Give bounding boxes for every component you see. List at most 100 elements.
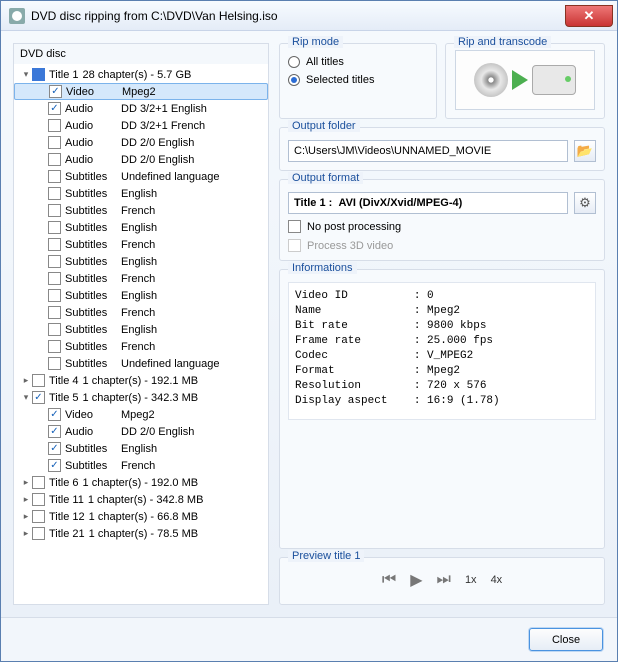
tree-checkbox[interactable] xyxy=(32,68,45,81)
tree-row[interactable]: ✓SubtitlesFrench xyxy=(14,457,268,474)
tree-twisty-icon[interactable]: ▾ xyxy=(20,392,32,403)
info-line: Frame rate : 25.000 fps xyxy=(295,334,589,349)
tree-row[interactable]: SubtitlesFrench xyxy=(14,338,268,355)
tree-label: Title 111 chapter(s) - 342.8 MB xyxy=(49,494,203,506)
next-frame-button[interactable]: ⏭ xyxy=(437,571,451,589)
tree-row[interactable]: SubtitlesFrench xyxy=(14,304,268,321)
info-title: Informations xyxy=(288,262,357,274)
tree-checkbox[interactable] xyxy=(32,374,45,387)
tree-checkbox[interactable] xyxy=(48,204,61,217)
tree-checkbox[interactable]: ✓ xyxy=(49,85,62,98)
info-line: Bit rate : 9800 kbps xyxy=(295,319,589,334)
tree-row[interactable]: ✓VideoMpeg2 xyxy=(14,83,268,100)
speed-1x-button[interactable]: 1x xyxy=(465,574,477,586)
play-button[interactable]: ▶ xyxy=(410,570,422,590)
ripmode-title: Rip mode xyxy=(288,36,343,48)
info-text: Video ID : 0Name : Mpeg2Bit rate : 9800 … xyxy=(288,282,596,420)
tree-twisty-icon[interactable]: ▸ xyxy=(20,511,32,522)
tree-row[interactable]: SubtitlesEnglish xyxy=(14,321,268,338)
tree-row[interactable]: ▸Title 121 chapter(s) - 66.8 MB xyxy=(14,508,268,525)
tree-row[interactable]: AudioDD 2/0 English xyxy=(14,151,268,168)
tree-row[interactable]: ✓AudioDD 2/0 English xyxy=(14,423,268,440)
info-group: Informations Video ID : 0Name : Mpeg2Bit… xyxy=(279,269,605,549)
tree-row[interactable]: ▸Title 41 chapter(s) - 192.1 MB xyxy=(14,372,268,389)
tree-row[interactable]: AudioDD 2/0 English xyxy=(14,134,268,151)
tree-twisty-icon[interactable]: ▸ xyxy=(20,375,32,386)
right-column: Rip mode All titles Selected titles Rip … xyxy=(279,43,605,605)
all-titles-radio[interactable] xyxy=(288,56,300,68)
tree-checkbox[interactable]: ✓ xyxy=(32,391,45,404)
preview-title: Preview title 1 xyxy=(288,550,364,562)
tree-label: SubtitlesFrench xyxy=(65,307,155,319)
tree-row[interactable]: ▸Title 211 chapter(s) - 78.5 MB xyxy=(14,525,268,542)
format-title-label: Title 1 : xyxy=(294,197,332,209)
tree-row[interactable]: ▾Title 128 chapter(s) - 5.7 GB xyxy=(14,66,268,83)
tree-twisty-icon[interactable]: ▸ xyxy=(20,494,32,505)
window-close-button[interactable]: ✕ xyxy=(565,5,613,27)
tree-checkbox[interactable] xyxy=(48,153,61,166)
tree-row[interactable]: SubtitlesFrench xyxy=(14,202,268,219)
no-post-checkbox[interactable] xyxy=(288,220,301,233)
tree-row[interactable]: ▾✓ Title 51 chapter(s) - 342.3 MB xyxy=(14,389,268,406)
info-line: Format : Mpeg2 xyxy=(295,364,589,379)
tree-row[interactable]: SubtitlesFrench xyxy=(14,270,268,287)
tree-row[interactable]: ✓AudioDD 3/2+1 English xyxy=(14,100,268,117)
tree-checkbox[interactable] xyxy=(48,306,61,319)
tree-label: SubtitlesEnglish xyxy=(65,188,157,200)
tree-checkbox[interactable]: ✓ xyxy=(48,408,61,421)
tree-label: AudioDD 2/0 English xyxy=(65,154,194,166)
tree-checkbox[interactable] xyxy=(48,357,61,370)
prev-frame-button[interactable]: ⏮ xyxy=(382,571,396,589)
speed-4x-button[interactable]: 4x xyxy=(491,574,503,586)
tree-label: Title 51 chapter(s) - 342.3 MB xyxy=(49,392,198,404)
tree-checkbox[interactable] xyxy=(32,493,45,506)
tree-checkbox[interactable] xyxy=(32,476,45,489)
transcode-button[interactable] xyxy=(455,50,595,110)
tree-checkbox[interactable] xyxy=(32,510,45,523)
format-settings-button[interactable]: ⚙ xyxy=(574,192,596,214)
app-window: DVD disc ripping from C:\DVD\Van Helsing… xyxy=(0,0,618,662)
tree-row[interactable]: AudioDD 3/2+1 French xyxy=(14,117,268,134)
tree-row[interactable]: SubtitlesEnglish xyxy=(14,287,268,304)
tree-checkbox[interactable] xyxy=(48,323,61,336)
output-folder-input[interactable] xyxy=(288,140,568,162)
tree-row[interactable]: SubtitlesEnglish xyxy=(14,253,268,270)
tree-checkbox[interactable] xyxy=(48,221,61,234)
format-display[interactable]: Title 1 : AVI (DivX/Xvid/MPEG-4) xyxy=(288,192,568,214)
tree-checkbox[interactable]: ✓ xyxy=(48,459,61,472)
tree-row[interactable]: ▸ Title 61 chapter(s) - 192.0 MB xyxy=(14,474,268,491)
hdd-icon xyxy=(532,65,576,95)
tree-row[interactable]: SubtitlesUndefined language xyxy=(14,168,268,185)
tree-row[interactable]: ✓VideoMpeg2 xyxy=(14,406,268,423)
tree-twisty-icon[interactable]: ▸ xyxy=(20,477,32,488)
tree-row[interactable]: SubtitlesFrench xyxy=(14,236,268,253)
tree-label: Title 61 chapter(s) - 192.0 MB xyxy=(49,477,198,489)
tree-checkbox[interactable]: ✓ xyxy=(48,425,61,438)
browse-folder-button[interactable]: 📂 xyxy=(574,140,596,162)
close-button[interactable]: Close xyxy=(529,628,603,651)
tree-checkbox[interactable] xyxy=(48,255,61,268)
tree-checkbox[interactable]: ✓ xyxy=(48,442,61,455)
tree-checkbox[interactable] xyxy=(48,340,61,353)
tree-label: SubtitlesFrench xyxy=(65,205,155,217)
info-line: Display aspect : 16:9 (1.78) xyxy=(295,394,589,409)
tree-checkbox[interactable] xyxy=(48,238,61,251)
tree-row[interactable]: SubtitlesEnglish xyxy=(14,219,268,236)
tree-checkbox[interactable] xyxy=(48,119,61,132)
tree-checkbox[interactable] xyxy=(48,289,61,302)
tree-checkbox[interactable] xyxy=(48,272,61,285)
tree-twisty-icon[interactable]: ▸ xyxy=(20,528,32,539)
tree-row[interactable]: SubtitlesEnglish xyxy=(14,185,268,202)
tree-row[interactable]: SubtitlesUndefined language xyxy=(14,355,268,372)
tree-twisty-icon[interactable]: ▾ xyxy=(20,69,32,80)
tree-checkbox[interactable]: ✓ xyxy=(48,102,61,115)
tree-view[interactable]: ▾Title 128 chapter(s) - 5.7 GB✓VideoMpeg… xyxy=(14,64,268,604)
selected-titles-radio[interactable] xyxy=(288,74,300,86)
tree-checkbox[interactable] xyxy=(48,187,61,200)
tree-row[interactable]: ▸ Title 111 chapter(s) - 342.8 MB xyxy=(14,491,268,508)
tree-row[interactable]: ✓SubtitlesEnglish xyxy=(14,440,268,457)
tree-checkbox[interactable] xyxy=(48,170,61,183)
tree-checkbox[interactable] xyxy=(32,527,45,540)
tree-checkbox[interactable] xyxy=(48,136,61,149)
info-line: Codec : V_MPEG2 xyxy=(295,349,589,364)
